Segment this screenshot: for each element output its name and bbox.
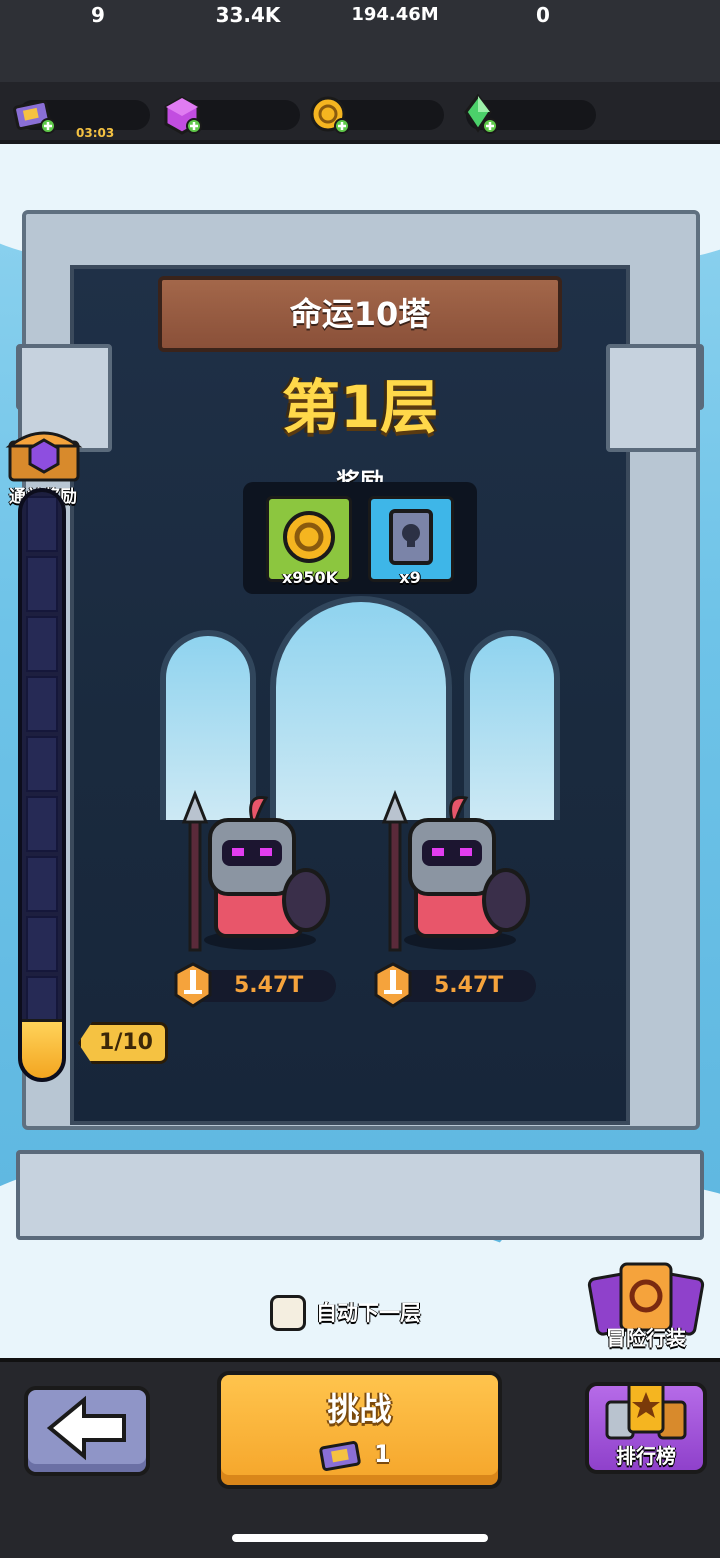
green-crystal-plus-icon[interactable] [458,94,504,136]
gold-coin-plus-icon[interactable] [308,94,354,136]
challenge-cost: 1 [374,1440,391,1468]
enemy-power-value: 5.47T [234,973,304,998]
home-indicator [232,1534,488,1542]
ticket-icon [319,1441,361,1471]
progress-segment [26,916,58,972]
ticket-timer: 03:03 [76,126,115,140]
progress-segment [26,496,58,552]
auto-next-checkbox[interactable] [270,1295,306,1331]
purple-gem-plus-icon[interactable] [160,94,206,136]
reward-qty: x950K [281,568,339,587]
progress-segment [26,856,58,912]
tower-name: 命运10塔 [289,295,431,333]
progress-segment [26,556,58,612]
progress-segment [26,796,58,852]
ticket-count: 9 [91,3,105,27]
reward-qty: x9 [399,568,421,587]
back-arrow-icon [46,1395,126,1461]
back-button[interactable] [24,1386,150,1476]
floor-title: 第1层 [281,373,439,441]
auto-next-label[interactable]: 自动下一层 [316,1297,421,1329]
ticket-plus-icon[interactable] [12,98,56,134]
gold-count: 194.46M [351,4,439,25]
knight-enemy[interactable] [376,790,536,960]
progress-fill [22,1019,62,1078]
enemy-power-value: 5.47T [434,973,504,998]
crystal-count: 0 [536,3,550,27]
arch-window [270,596,452,820]
ranking-label: 排行榜 [616,1444,676,1468]
treasure-chest-icon[interactable] [4,420,84,484]
challenge-label: 挑战 [327,1390,392,1428]
sword-power-icon [174,962,212,1008]
progress-segment [26,616,58,672]
sword-power-icon [374,962,412,1008]
floor-progress-label: 1/10 [99,1030,153,1055]
gem-count: 33.4K [215,3,281,27]
progress-segment [26,676,58,732]
pillar-cap [606,344,700,452]
floor-progress-bar [18,488,66,1082]
skull-book-icon [389,509,433,565]
knight-enemy[interactable] [176,790,336,960]
tower-bottom-beam [16,1150,704,1240]
progress-segment [26,736,58,792]
gold-coin-icon [283,511,335,563]
adventure-gear-label: 冒险行装 [606,1326,686,1350]
